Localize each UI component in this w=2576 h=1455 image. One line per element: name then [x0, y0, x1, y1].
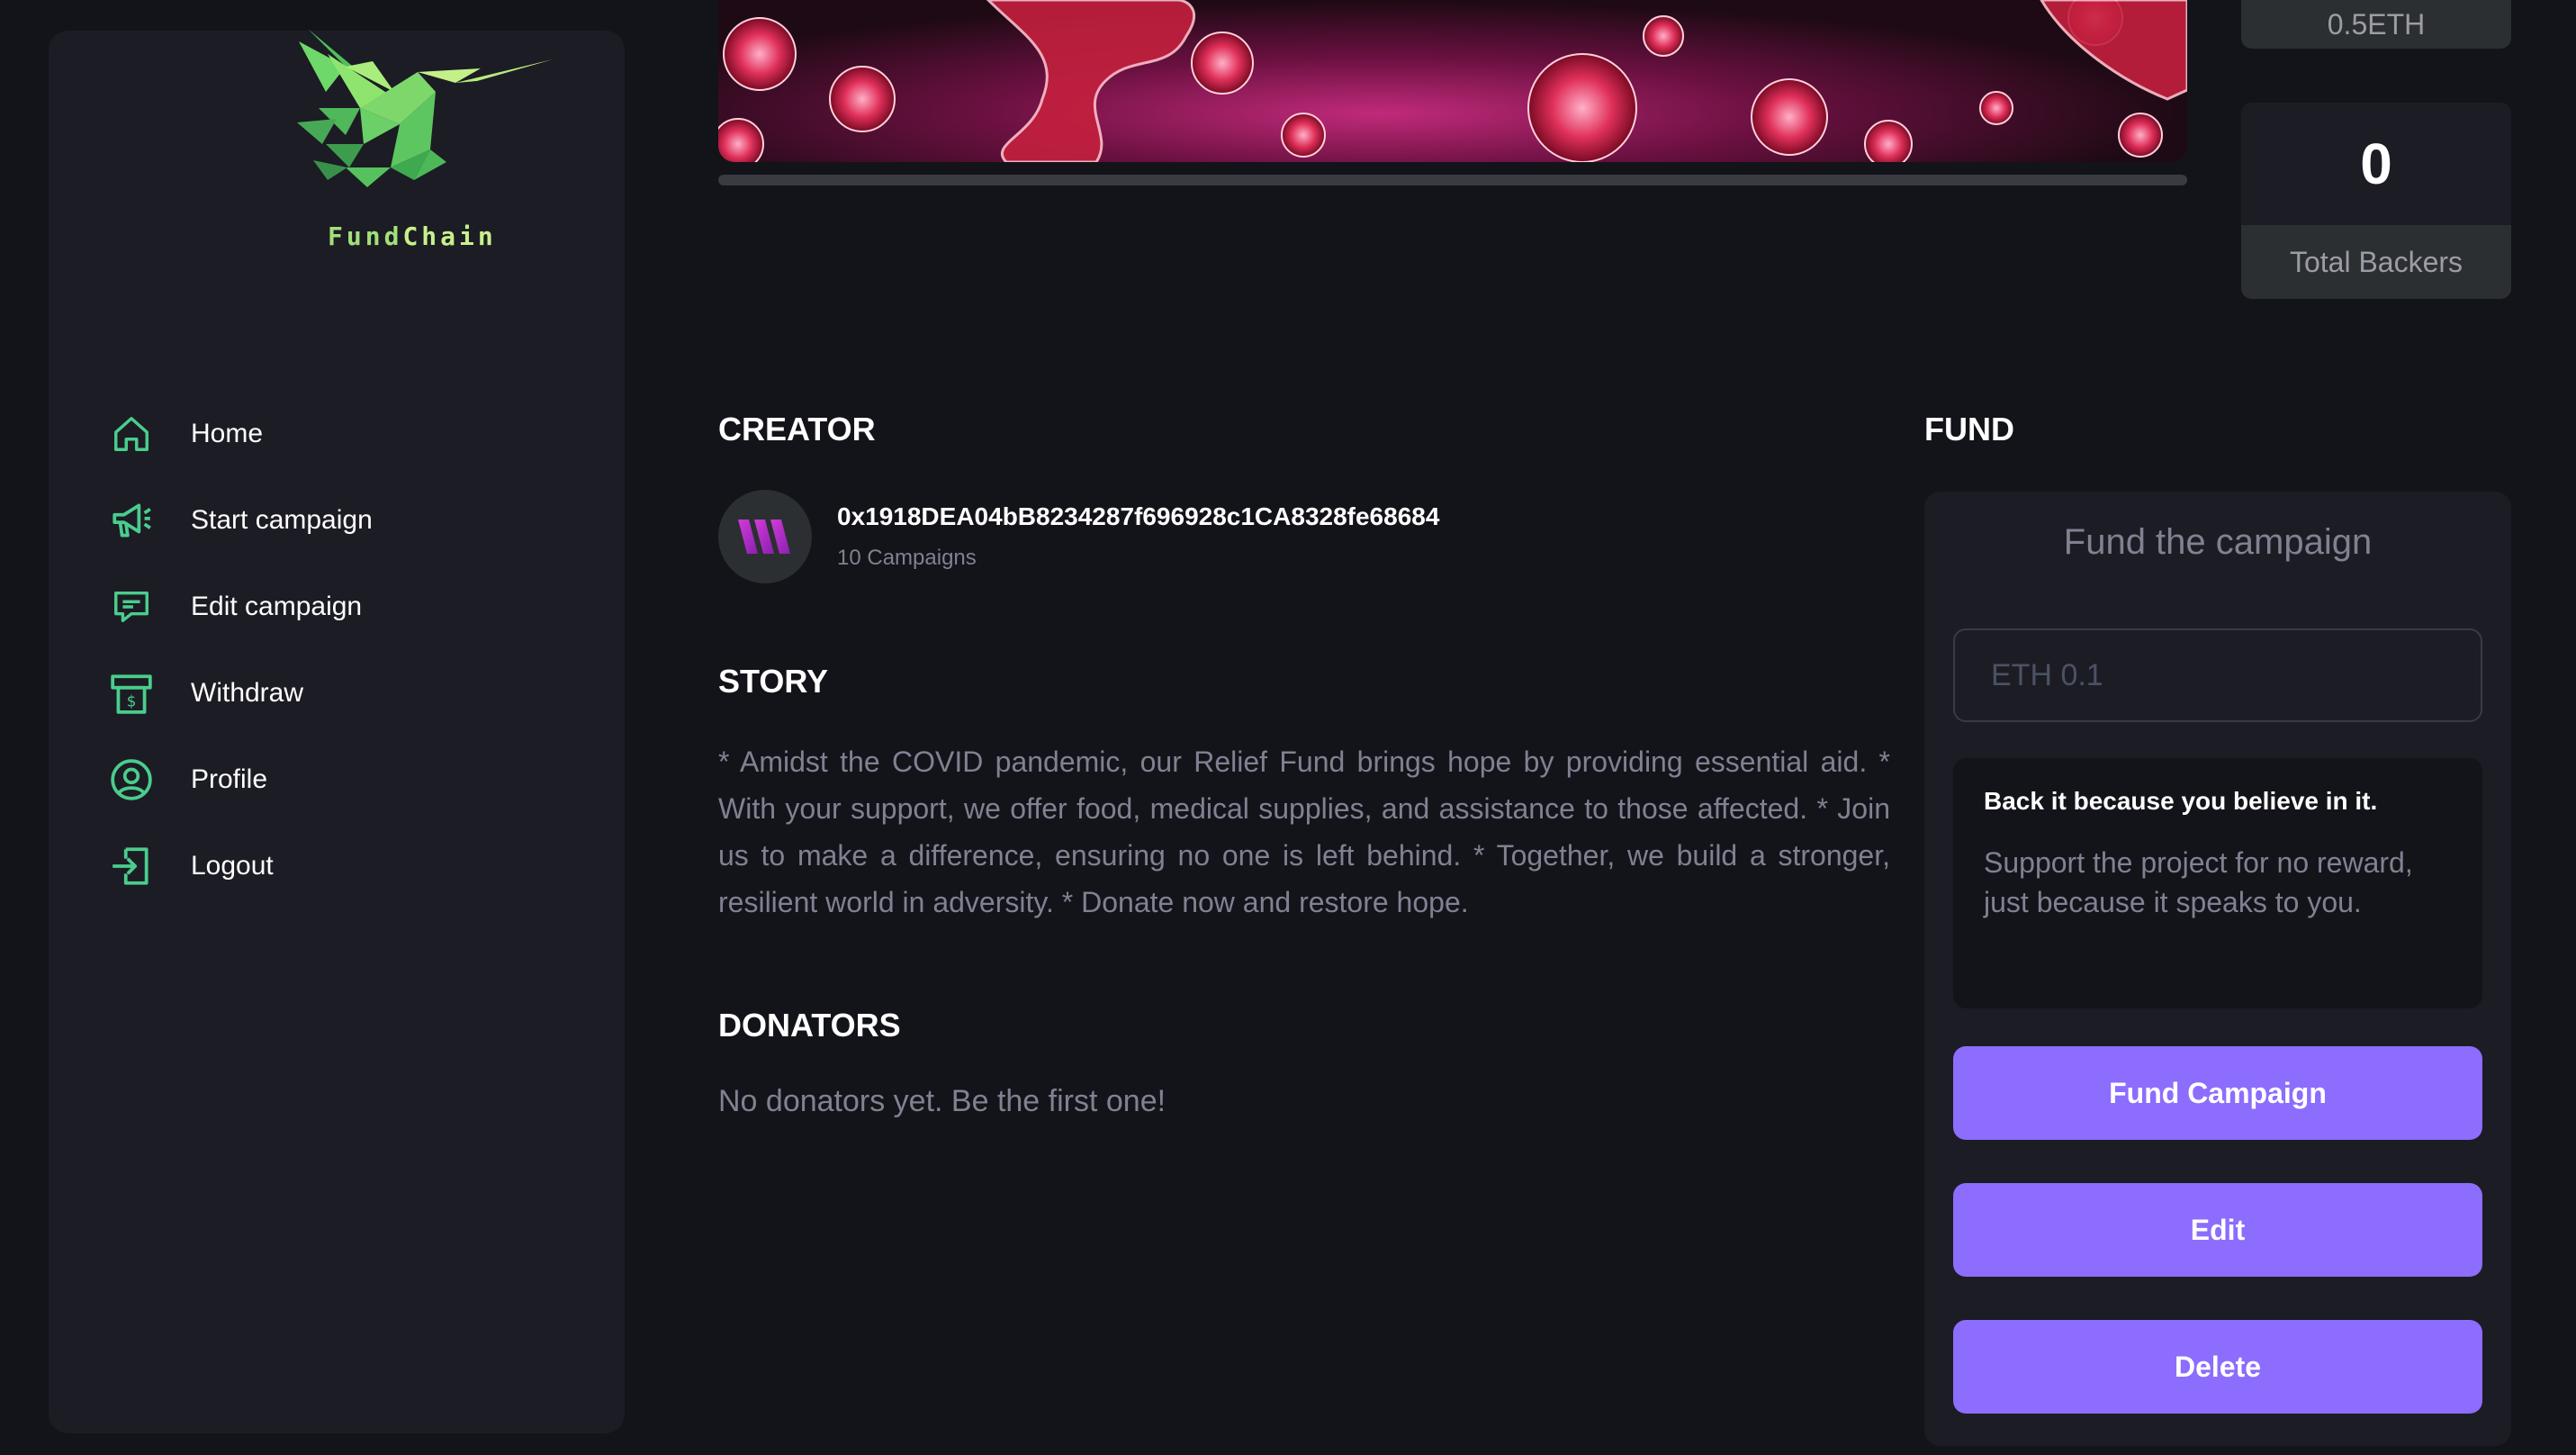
story-heading: STORY [718, 663, 829, 700]
delete-button[interactable]: Delete [1953, 1320, 2482, 1414]
donators-heading: DONATORS [718, 1007, 901, 1044]
fund-campaign-button[interactable]: Fund Campaign [1953, 1046, 2482, 1140]
message-icon [106, 582, 157, 632]
app-root: FundChain Home Start campaign Edit campa… [0, 0, 2576, 1455]
creator-campaign-count: 10 Campaigns [837, 546, 977, 570]
creator-info: 0x1918DEA04bB8234287f696928c1CA8328fe686… [837, 502, 1439, 571]
fund-amount-input[interactable] [1953, 628, 2482, 722]
withdraw-icon: $ [106, 668, 157, 718]
sidebar-item-label: Logout [191, 851, 274, 881]
logout-icon [106, 841, 157, 891]
creator-logo-icon [738, 520, 790, 554]
brand-name: FundChain [328, 221, 497, 251]
sidebar-item-label: Home [191, 419, 264, 448]
sidebar-item-home[interactable]: Home [106, 391, 373, 477]
fund-panel-title: Fund the campaign [2063, 522, 2373, 562]
fund-heading: FUND [1924, 411, 2014, 447]
sidebar-item-label: Start campaign [191, 505, 373, 535]
sidebar-item-edit-campaign[interactable]: Edit campaign [106, 564, 373, 650]
sidebar-item-start-campaign[interactable]: Start campaign [106, 477, 373, 564]
fundchain-logo[interactable]: FundChain [211, 9, 571, 270]
donators-empty-text: No donators yet. Be the first one! [718, 1084, 1166, 1118]
funding-progress-bar [718, 175, 2187, 185]
backers-stat-box: 0 Total Backers [2241, 103, 2511, 299]
edit-button[interactable]: Edit [1953, 1183, 2482, 1277]
fund-note-card: Back it because you believe in it. Suppo… [1953, 758, 2482, 1008]
megaphone-icon [106, 495, 157, 546]
virus-illustration [718, 0, 2187, 162]
sidebar-item-profile[interactable]: Profile [106, 737, 373, 823]
fund-note-body: Support the project for no reward, just … [1984, 846, 2413, 918]
creator-address[interactable]: 0x1918DEA04bB8234287f696928c1CA8328fe686… [837, 502, 1439, 531]
sidebar-item-withdraw[interactable]: $ Withdraw [106, 650, 373, 737]
profile-icon [106, 755, 157, 805]
sidebar-item-logout[interactable]: Logout [106, 823, 373, 909]
sidebar: FundChain Home Start campaign Edit campa… [49, 29, 625, 1433]
fund-panel: Fund the campaign Back it because you be… [1924, 492, 2511, 1446]
backers-count: 0 [2360, 131, 2392, 196]
fund-note-title: Back it because you believe in it. [1984, 787, 2378, 815]
target-stat-box: 0.5ETH [2241, 0, 2511, 49]
sidebar-item-label: Withdraw [191, 678, 304, 708]
sidebar-item-label: Profile [191, 764, 268, 794]
hummingbird-logo-icon [297, 29, 553, 187]
brand-name-suffix: Chain [402, 221, 497, 251]
brand-name-prefix: Fund [328, 221, 403, 251]
svg-text:$: $ [127, 693, 137, 710]
story-text: * Amidst the COVID pandemic, our Relief … [718, 746, 1890, 918]
sidebar-item-label: Edit campaign [191, 592, 363, 621]
creator-heading: CREATOR [718, 411, 876, 447]
backers-label: Total Backers [2241, 225, 2511, 299]
home-icon [106, 409, 157, 459]
campaign-banner-image [718, 0, 2187, 162]
creator-avatar[interactable] [718, 490, 812, 583]
target-stat-label: 0.5ETH [2241, 0, 2511, 49]
creator-card: 0x1918DEA04bB8234287f696928c1CA8328fe686… [718, 490, 1439, 583]
sidebar-nav: Home Start campaign Edit campaign $ With… [106, 391, 373, 909]
